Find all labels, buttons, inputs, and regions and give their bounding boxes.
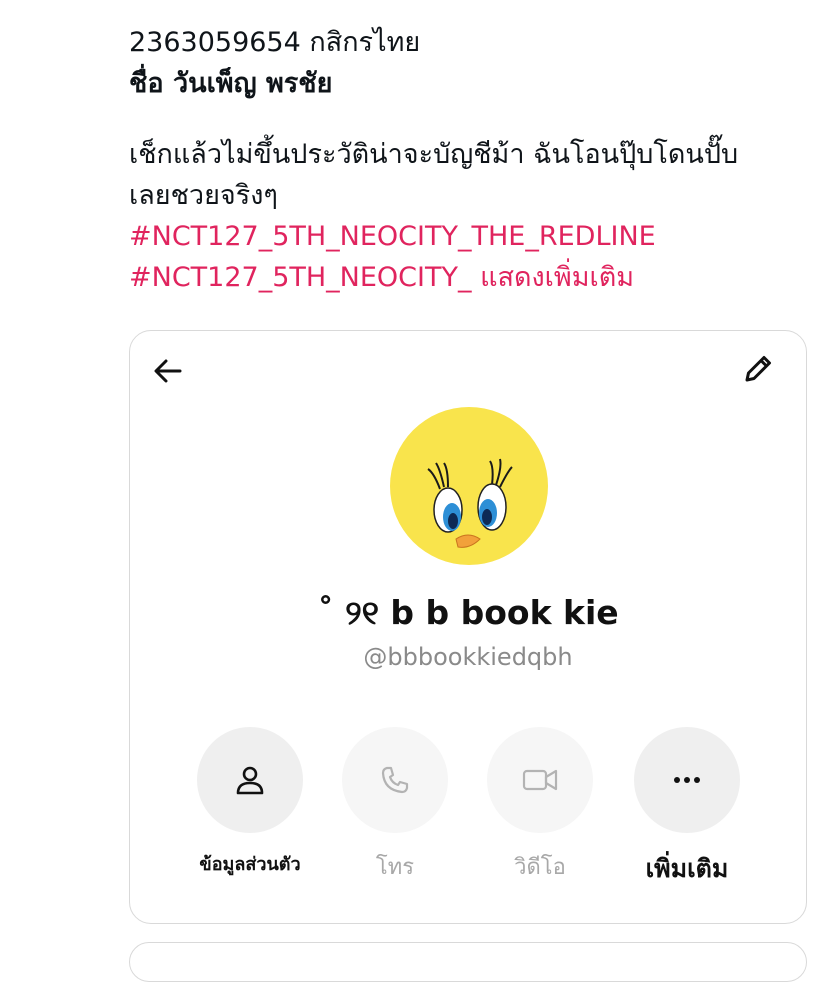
video-label: วิดีโอ (514, 855, 566, 880)
action-profile-info[interactable]: ข้อมูลส่วนตัว (180, 727, 320, 878)
profile-info-label: ข้อมูลส่วนตัว (199, 854, 301, 875)
pencil-edit-icon[interactable] (740, 351, 776, 387)
hashtag-link[interactable]: #NCT127_5TH_NEOCITY_THE_REDLINE (129, 221, 656, 252)
video-icon (522, 769, 558, 791)
profile-handle: @bbbookkiedqbh (363, 643, 573, 671)
profile-info-button[interactable] (197, 727, 303, 833)
phone-icon (381, 766, 409, 794)
account-number-line: 2363059654 กสิกรไทย (129, 27, 421, 58)
action-video: วิดีโอ (470, 727, 610, 884)
hashtag-line-2: #NCT127_5TH_NEOCITY_ แสดงเพิ่มเติม (129, 257, 819, 298)
call-label: โทร (375, 855, 415, 880)
account-name: วันเพ็ญ พรชัย (172, 68, 333, 99)
more-button[interactable] (634, 727, 740, 833)
profile-card-image: ˚ ୨୧ b b book kie @bbbookkiedqbh ข้อมูลส… (129, 330, 807, 924)
body-line-1: เช็กแล้วไม่ขึ้นประวัติน่าจะบัญชีม้า ฉันโ… (129, 139, 739, 170)
next-card-edge (129, 942, 807, 982)
tweety-bird-avatar (390, 407, 548, 565)
video-button (487, 727, 593, 833)
more-icon (674, 777, 700, 783)
name-prefix: ชื่อ (129, 68, 173, 99)
body-line-2: เลยชวยจริงๆ (129, 180, 278, 211)
profile-display-name: ˚ ୨୧ b b book kie (317, 593, 619, 632)
show-more-link[interactable]: แสดงเพิ่มเติม (471, 262, 634, 293)
action-call: โทร (325, 727, 465, 884)
action-more[interactable]: เพิ่มเติม (617, 727, 757, 889)
call-button (342, 727, 448, 833)
person-icon (236, 766, 264, 795)
back-arrow-icon[interactable] (150, 353, 186, 389)
hashtag-line-1: #NCT127_5TH_NEOCITY_THE_REDLINE (129, 216, 819, 257)
account-name-line: ชื่อ วันเพ็ญ พรชัย (129, 63, 819, 104)
more-label: เพิ่มเติม (645, 854, 729, 883)
post-text: 2363059654 กสิกรไทย ชื่อ วันเพ็ญ พรชัย เ… (129, 22, 819, 298)
hashtag-link[interactable]: #NCT127_5TH_NEOCITY_ (129, 262, 471, 293)
